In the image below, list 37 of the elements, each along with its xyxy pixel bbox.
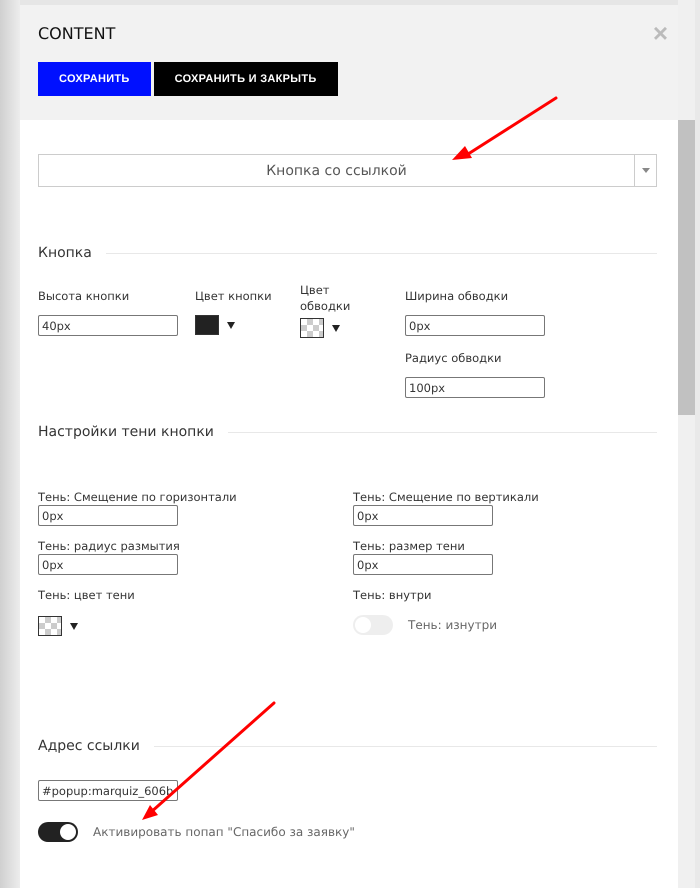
section-title: Настройки тени кнопки: [38, 424, 214, 440]
toggle-switch[interactable]: [38, 822, 78, 842]
caret-icon[interactable]: [227, 322, 235, 328]
field-label: Тень: внутри: [353, 587, 432, 603]
field-label: Тень: цвет тени: [38, 587, 135, 603]
field-label: Ширина обводки: [405, 288, 508, 304]
toggle-label: Активировать попап "Спасибо за заявку": [93, 825, 355, 839]
type-dropdown[interactable]: Кнопка со ссылкой: [38, 154, 657, 187]
link-field[interactable]: #popup:marquiz_606b: [38, 780, 178, 801]
input-field[interactable]: 100px: [405, 377, 545, 398]
caret-icon: [642, 168, 650, 173]
window-title: CONTENT: [38, 24, 116, 42]
field-label: Цвет кнопки: [195, 288, 272, 304]
scrollbar[interactable]: [678, 0, 695, 888]
field-label: Тень: размер тени: [353, 538, 465, 554]
input-field[interactable]: 0px: [405, 315, 545, 336]
input-field[interactable]: 0px: [38, 554, 178, 575]
section-title: Адрес ссылки: [38, 738, 140, 754]
input-field[interactable]: 0px: [353, 554, 493, 575]
input-field[interactable]: 0px: [38, 505, 178, 526]
caret-icon[interactable]: [70, 622, 78, 630]
input-field[interactable]: 0px: [353, 505, 493, 526]
toggle-label: Тень: изнутри: [408, 618, 498, 632]
field-label: Радиус обводки: [405, 350, 502, 366]
caret-icon[interactable]: [332, 324, 340, 332]
field-label: Высота кнопки: [38, 288, 130, 304]
color-swatch[interactable]: [300, 318, 324, 338]
save-button[interactable]: СОХРАНИТЬ: [38, 62, 151, 96]
input-field[interactable]: 40px: [38, 315, 178, 336]
save-button[interactable]: СОХРАНИТЬ И ЗАКРЫТЬ: [154, 62, 338, 96]
color-swatch[interactable]: [38, 616, 62, 636]
field-label: Тень: радиус размытия: [38, 538, 180, 554]
field-label: Цвет обводки: [300, 282, 350, 314]
color-swatch[interactable]: [195, 315, 219, 335]
section-title: Кнопка: [38, 245, 92, 261]
field-label: Тень: Смещение по горизонтали: [38, 489, 237, 505]
field-label: Тень: Смещение по вертикали: [353, 489, 539, 505]
